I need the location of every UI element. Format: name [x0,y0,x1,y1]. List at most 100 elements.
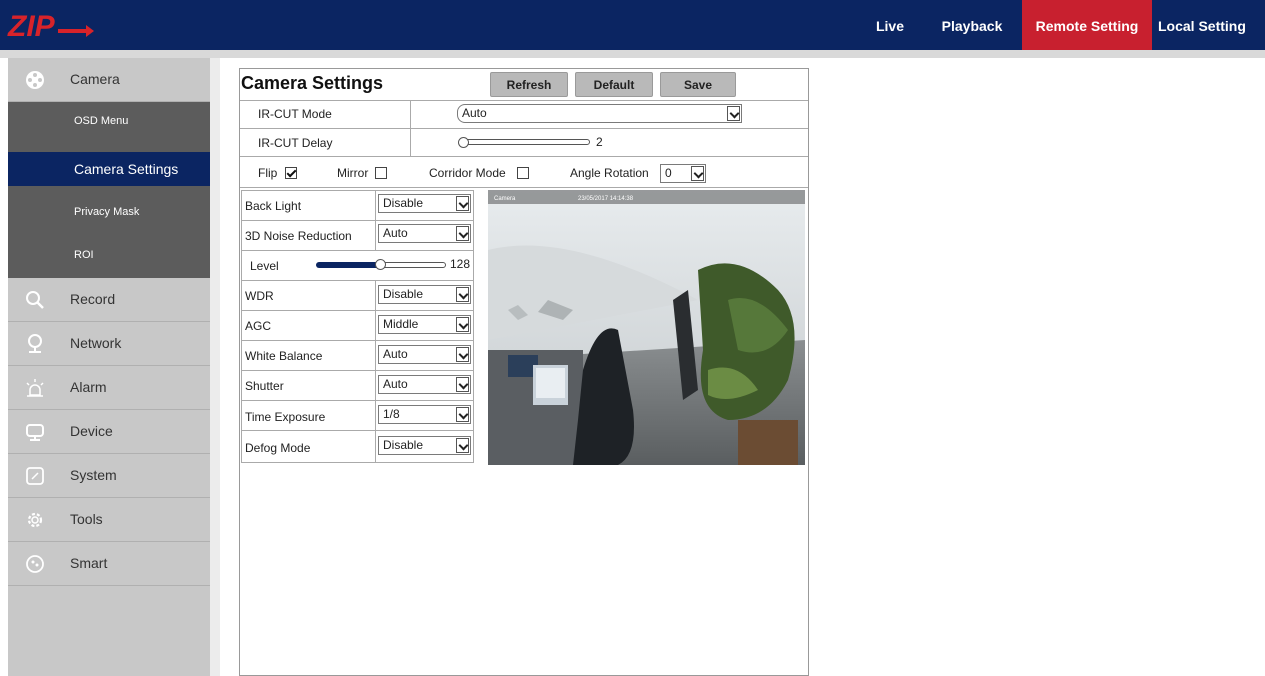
sidebar-item-network[interactable]: Network [8,322,210,366]
white-balance-select[interactable]: Auto [378,345,471,364]
divider [241,250,474,251]
level-slider-thumb[interactable] [375,259,386,270]
divider [375,280,376,463]
ircut-delay-slider-track[interactable] [460,139,590,145]
gear-icon [27,512,43,528]
ircut-mode-value: Auto [462,106,487,120]
sidebar-sub-roi[interactable]: ROI [8,233,210,278]
sidebar-sub-privacy-mask[interactable]: Privacy Mask [8,191,210,233]
white-balance-value: Auto [383,347,408,361]
sub-item-label: ROI [74,249,94,261]
video-preview[interactable]: Camera 23/05/2017 14:14:38 [488,190,805,465]
chevron-down-icon [456,438,469,453]
sidebar-item-label: Record [70,291,116,307]
monitor-icon [26,424,44,441]
angle-rotation-value: 0 [665,166,672,180]
sidebar-item-label: Camera [70,71,120,87]
sidebar-item-label: Device [70,423,113,439]
nav-remote-setting[interactable]: Remote Setting [1022,0,1152,50]
page-title: Camera Settings [241,73,384,93]
video-channel-label: Camera [494,196,516,202]
wdr-select[interactable]: Disable [378,285,471,304]
sidebar-item-tools[interactable]: Tools [8,498,210,542]
divider [240,156,808,157]
angle-rotation-label: Angle Rotation [570,166,649,180]
noise-reduction-label: 3D Noise Reduction [245,229,352,243]
top-bar-divider [0,50,1265,58]
sidebar-item-device[interactable]: Device [8,410,210,454]
chevron-down-icon [456,287,469,302]
sub-spacer [8,186,210,191]
level-label: Level [250,259,279,273]
chevron-down-icon [456,347,469,362]
chevron-down-icon [456,226,469,241]
location-pin-icon [28,334,42,353]
divider [240,187,808,188]
flip-label: Flip [258,166,278,180]
wdr-label: WDR [245,289,274,303]
back-light-select[interactable]: Disable [378,194,471,213]
sidebar-sub-osd-menu[interactable]: OSD Menu [8,102,210,140]
nav-local-setting-label: Local Setting [1158,18,1246,34]
level-value: 128 [450,257,471,271]
corridor-mode-checkbox[interactable] [517,167,529,179]
chevron-down-icon [456,377,469,392]
sub-spacer [8,140,210,152]
divider [240,128,808,129]
ircut-delay-slider-thumb[interactable] [458,137,469,148]
save-button[interactable]: Save [660,72,736,97]
chevron-down-icon [691,166,704,181]
shutter-value: Auto [383,377,408,391]
shutter-select[interactable]: Auto [378,375,471,394]
ircut-mode-label: IR-CUT Mode [258,107,332,121]
back-light-value: Disable [383,196,424,210]
chevron-down-icon [456,317,469,332]
noise-reduction-select[interactable]: Auto [378,224,471,243]
smart-icon [26,555,44,573]
time-exposure-select[interactable]: 1/8 [378,405,471,424]
white-balance-label: White Balance [245,349,323,363]
chevron-down-icon [456,407,469,422]
nav-local-setting[interactable]: Local Setting [1158,0,1265,50]
flip-checkbox[interactable] [285,167,297,179]
mirror-checkbox[interactable] [375,167,387,179]
video-timestamp: 23/05/2017 14:14:38 [578,196,634,202]
sub-item-label: OSD Menu [74,115,129,127]
defog-mode-value: Disable [383,438,424,452]
agc-value: Middle [383,317,419,331]
nav-live[interactable]: Live [864,0,916,50]
divider [241,400,474,401]
time-exposure-value: 1/8 [383,407,400,421]
noise-reduction-value: Auto [383,226,408,240]
nav-playback[interactable]: Playback [932,0,1012,50]
angle-rotation-select[interactable]: 0 [660,164,706,183]
defog-mode-select[interactable]: Disable [378,436,471,455]
agc-select[interactable]: Middle [378,315,471,334]
level-slider-fill[interactable] [316,262,381,268]
system-icon [26,467,44,485]
default-button[interactable]: Default [575,72,653,97]
refresh-button[interactable]: Refresh [490,72,568,97]
sidebar-item-record[interactable]: Record [8,278,210,322]
sub-item-label: Privacy Mask [74,206,140,218]
sidebar-gap [210,58,220,676]
sidebar-item-alarm[interactable]: Alarm [8,366,210,410]
level-slider-track[interactable] [381,262,446,268]
divider [410,100,411,156]
sidebar-item-camera[interactable]: Camera [8,58,210,102]
sidebar-item-label: Alarm [70,379,107,395]
ircut-mode-select[interactable]: Auto [457,104,742,123]
sidebar-item-system[interactable]: System [8,454,210,498]
wdr-value: Disable [383,287,424,301]
ircut-delay-value: 2 [596,135,603,149]
sidebar-sub-camera-settings[interactable]: Camera Settings [8,152,210,186]
divider [241,370,474,371]
alarm-light-icon [26,379,44,397]
camera-feed-image: Camera 23/05/2017 14:14:38 [488,190,805,465]
svg-text:ZIP: ZIP [7,10,56,42]
divider [241,310,474,311]
sidebar-item-smart[interactable]: Smart [8,542,210,586]
divider [241,340,474,341]
search-icon [26,291,44,309]
back-light-label: Back Light [245,199,302,213]
